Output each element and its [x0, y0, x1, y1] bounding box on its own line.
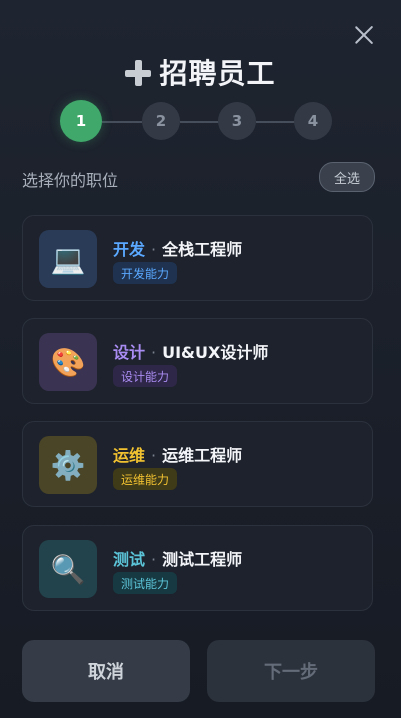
- position-category: 运维: [113, 446, 146, 465]
- step-3: 3: [218, 102, 256, 140]
- skill-tag: 测试能力: [113, 572, 178, 594]
- gear-icon: ⚙️: [39, 436, 97, 494]
- skill-tag: 运维能力: [113, 468, 178, 490]
- step-connector: [102, 121, 142, 123]
- close-icon[interactable]: [351, 22, 377, 48]
- title-text: 招聘员工: [159, 57, 276, 90]
- skill-tag: 设计能力: [113, 365, 178, 387]
- section-label: 选择你的职位: [22, 171, 119, 190]
- step-connector: [256, 121, 296, 123]
- position-category: 设计: [113, 343, 146, 362]
- position-heading: 设计 · UI&UX设计师: [113, 343, 269, 362]
- position-heading: 测试 · 测试工程师: [113, 550, 243, 569]
- magnifier-icon: 🔍: [39, 540, 97, 598]
- plus-icon: [125, 60, 152, 86]
- page-title: 招聘员工: [0, 52, 401, 92]
- position-role: 运维工程师: [162, 446, 243, 465]
- palette-icon: 🎨: [39, 333, 97, 391]
- skill-tag: 开发能力: [113, 262, 178, 284]
- cancel-button[interactable]: 取消: [22, 640, 190, 702]
- step-indicator: 1 2 3 4: [60, 100, 332, 144]
- position-category: 开发: [113, 240, 146, 259]
- position-card-test[interactable]: 🔍 测试 · 测试工程师 测试能力: [22, 525, 373, 611]
- select-all-button[interactable]: 全选: [318, 162, 375, 192]
- position-heading: 开发 · 全栈工程师: [113, 240, 243, 259]
- position-card-dev[interactable]: 💻 开发 · 全栈工程师 开发能力: [22, 215, 373, 301]
- position-role: 全栈工程师: [162, 240, 243, 259]
- step-4: 4: [294, 102, 332, 140]
- step-1: 1: [60, 100, 102, 142]
- next-step-button[interactable]: 下一步: [207, 640, 375, 702]
- laptop-icon: 💻: [39, 230, 97, 288]
- step-2: 2: [142, 102, 180, 140]
- position-heading: 运维 · 运维工程师: [113, 446, 243, 465]
- position-card-ops[interactable]: ⚙️ 运维 · 运维工程师 运维能力: [22, 421, 373, 507]
- position-category: 测试: [113, 550, 146, 569]
- position-role: 测试工程师: [162, 550, 243, 569]
- position-role: UI&UX设计师: [162, 343, 269, 362]
- step-connector: [180, 121, 220, 123]
- position-card-design[interactable]: 🎨 设计 · UI&UX设计师 设计能力: [22, 318, 373, 404]
